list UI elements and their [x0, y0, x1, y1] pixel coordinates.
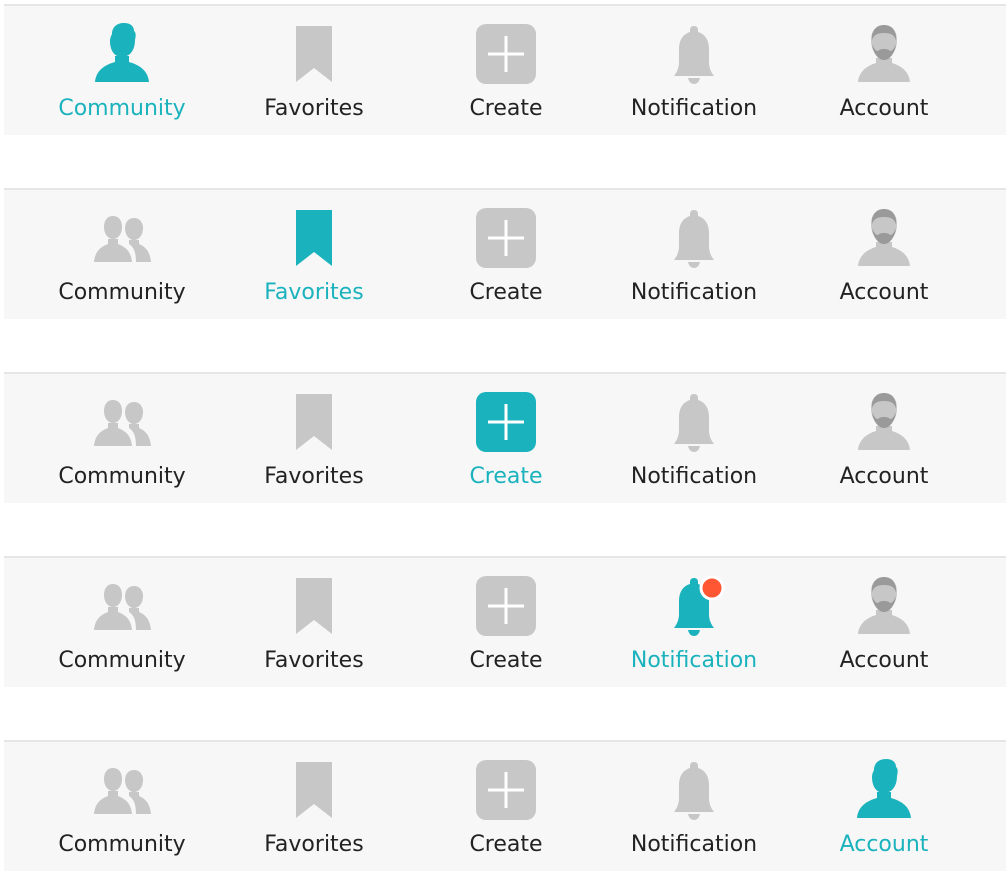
- tab-favorites[interactable]: Favorites: [224, 558, 404, 687]
- tab-label: Account: [839, 96, 929, 121]
- plus-square-icon: [474, 758, 538, 822]
- bookmark-icon: [282, 206, 346, 270]
- tab-account[interactable]: Account: [794, 558, 974, 687]
- tab-favorites[interactable]: Favorites: [224, 742, 404, 871]
- people-icon: [90, 758, 154, 822]
- bookmark-icon: [282, 390, 346, 454]
- tab-label: Favorites: [264, 648, 364, 673]
- bell-icon: [662, 574, 726, 638]
- tab-label: Community: [58, 464, 186, 489]
- tab-label: Create: [469, 832, 543, 857]
- plus-square-icon: [474, 390, 538, 454]
- tab-notification[interactable]: Notification: [604, 742, 784, 871]
- tab-label: Favorites: [264, 96, 364, 121]
- tab-label: Community: [58, 280, 186, 305]
- tab-favorites[interactable]: Favorites: [224, 374, 404, 503]
- people-icon: [90, 574, 154, 638]
- tab-label: Notification: [630, 280, 758, 305]
- tab-notification[interactable]: Notification: [604, 374, 784, 503]
- people-icon: [90, 206, 154, 270]
- tab-label: Favorites: [264, 280, 364, 305]
- user-icon: [852, 206, 916, 270]
- plus-square-icon: [474, 22, 538, 86]
- tab-bar: Community Favorites Create Notification Acco…: [4, 740, 1006, 871]
- tab-label: Community: [58, 96, 186, 121]
- bell-icon: [662, 22, 726, 86]
- tab-label: Community: [58, 832, 186, 857]
- tab-label: Create: [469, 96, 543, 121]
- tab-create[interactable]: Create: [416, 558, 596, 687]
- tab-label: Account: [839, 648, 929, 673]
- tab-account[interactable]: Account: [794, 6, 974, 135]
- people-icon: [90, 390, 154, 454]
- bell-icon: [662, 206, 726, 270]
- plus-square-icon: [474, 574, 538, 638]
- tab-notification[interactable]: Notification: [604, 6, 784, 135]
- tab-create[interactable]: Create: [416, 6, 596, 135]
- user-icon: [852, 574, 916, 638]
- tab-account[interactable]: Account: [794, 374, 974, 503]
- bell-icon: [662, 390, 726, 454]
- person-icon: [90, 22, 154, 86]
- tab-label: Account: [839, 832, 929, 857]
- notification-badge: [699, 575, 725, 601]
- tab-notification[interactable]: Notification: [604, 558, 784, 687]
- tab-community[interactable]: Community: [32, 374, 212, 503]
- user-icon: [852, 22, 916, 86]
- tab-label: Account: [839, 464, 929, 489]
- tab-favorites[interactable]: Favorites: [224, 190, 404, 319]
- bookmark-icon: [282, 758, 346, 822]
- tab-label: Account: [839, 280, 929, 305]
- tab-label: Community: [58, 648, 186, 673]
- tab-label: Notification: [630, 832, 758, 857]
- tab-create[interactable]: Create: [416, 374, 596, 503]
- tab-label: Create: [469, 648, 543, 673]
- person-icon: [852, 758, 916, 822]
- tab-label: Create: [469, 464, 543, 489]
- bookmark-icon: [282, 574, 346, 638]
- tab-notification[interactable]: Notification: [604, 190, 784, 319]
- tab-community[interactable]: Community: [32, 6, 212, 135]
- tab-account[interactable]: Account: [794, 190, 974, 319]
- tab-community[interactable]: Community: [32, 558, 212, 687]
- tab-label: Notification: [630, 648, 758, 673]
- tab-label: Create: [469, 280, 543, 305]
- tab-community[interactable]: Community: [32, 190, 212, 319]
- tab-bar: Community Favorites Create Notification Acco…: [4, 188, 1006, 319]
- tab-bar: Community Favorites Create Notification Acco…: [4, 372, 1006, 503]
- tab-community[interactable]: Community: [32, 742, 212, 871]
- tab-favorites[interactable]: Favorites: [224, 6, 404, 135]
- tab-bar: Community Favorites Create Notification Acco…: [4, 556, 1006, 687]
- plus-square-icon: [474, 206, 538, 270]
- tab-label: Favorites: [264, 464, 364, 489]
- tab-label: Notification: [630, 96, 758, 121]
- user-icon: [852, 390, 916, 454]
- tab-bar: Community Favorites Create Notification Acco…: [4, 4, 1006, 135]
- tab-label: Favorites: [264, 832, 364, 857]
- tab-create[interactable]: Create: [416, 742, 596, 871]
- bell-icon: [662, 758, 726, 822]
- tab-account[interactable]: Account: [794, 742, 974, 871]
- tab-label: Notification: [630, 464, 758, 489]
- bookmark-icon: [282, 22, 346, 86]
- tab-create[interactable]: Create: [416, 190, 596, 319]
